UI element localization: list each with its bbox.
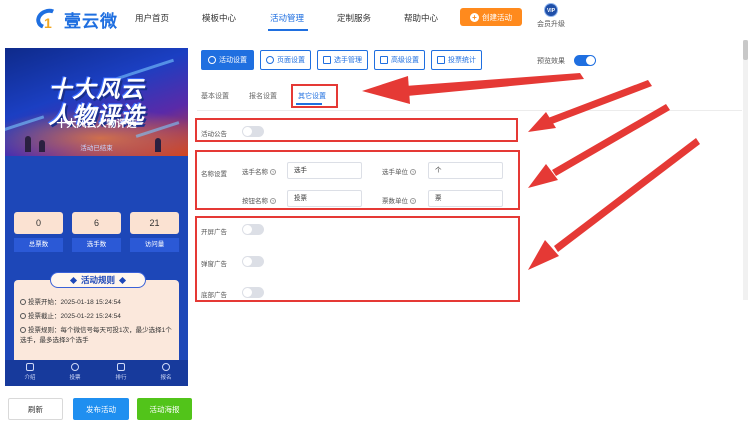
arrow-icon bbox=[528, 240, 559, 270]
annotation-arrows bbox=[362, 73, 700, 270]
arrow-icon bbox=[528, 112, 556, 132]
arrow-icon bbox=[554, 138, 700, 252]
arrow-icon bbox=[362, 76, 410, 104]
page: 1 壹云微 用户首页 模板中心 活动管理 定制服务 帮助中心 + 创建活动 VI… bbox=[0, 0, 750, 426]
arrow-icon bbox=[405, 73, 584, 96]
arrow-icon bbox=[548, 80, 652, 124]
arrow-icon bbox=[528, 164, 558, 188]
scrollbar-thumb[interactable] bbox=[743, 40, 748, 60]
scrollbar-track[interactable] bbox=[743, 40, 748, 300]
